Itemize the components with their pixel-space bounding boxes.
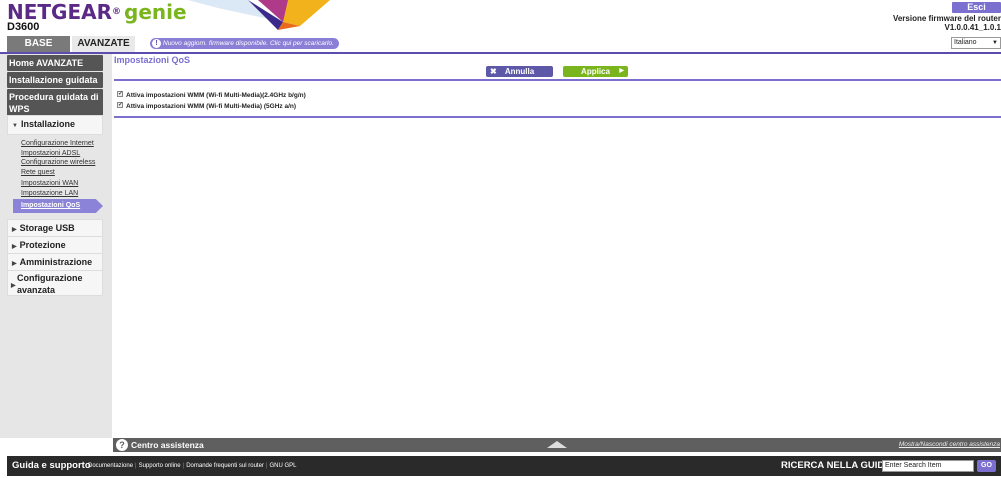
help-search-input[interactable]: Enter Search Item	[882, 460, 974, 472]
footer-link-gnu-gpl[interactable]: GNU GPL	[269, 463, 296, 469]
wmm-5ghz-checkbox[interactable]: ✓	[117, 102, 123, 109]
help-center-title: Centro assistenza	[131, 440, 204, 450]
sidebar-link-wan-settings[interactable]: Impostazioni WAN	[21, 179, 78, 188]
header-decoration-graphic	[188, 0, 330, 30]
footer-link-documentation[interactable]: Documentazione	[88, 463, 133, 469]
section-divider-top	[114, 79, 1001, 81]
sidebar-category-setup[interactable]: ▼ Installazione	[7, 115, 103, 135]
footer-link-online-support[interactable]: Supporto online	[139, 463, 181, 469]
sidebar-category-advanced-setup[interactable]: ▶ Configurazione avanzata	[7, 270, 103, 296]
footer-link-separator: |	[265, 463, 268, 469]
sidebar-link-adsl-settings[interactable]: Impostazioni ADSL	[21, 149, 80, 158]
tab-advanced[interactable]: AVANZATE	[72, 36, 135, 52]
page-title: Impostazioni QoS	[114, 55, 191, 65]
footer-link-router-faq[interactable]: Domande frequenti sul router	[186, 463, 264, 469]
netgear-genie-logo: NETGEAR® genie	[7, 2, 187, 22]
close-icon: ✖	[490, 67, 497, 76]
help-icon: ?	[116, 439, 128, 451]
sidebar-category-label: Amministrazione	[19, 257, 93, 267]
wmm-24ghz-label: Attiva impostazioni WMM (Wi-fi Multi-Med…	[126, 92, 306, 99]
sidebar-link-lan-setup[interactable]: Impostazione LAN	[21, 189, 78, 198]
help-center-toggle-link[interactable]: Mostra/Nascondi centro assistenza	[899, 438, 1000, 452]
wmm-24ghz-row: ✓ Attiva impostazioni WMM (Wi-fi Multi-Me…	[117, 91, 306, 100]
cancel-button[interactable]: ✖ Annulla	[486, 66, 553, 77]
chevron-right-icon: ▶	[12, 244, 17, 250]
firmware-update-notice[interactable]: ! Nuovo aggiorn. firmware disponibile. C…	[150, 38, 339, 49]
sidebar-link-qos-settings-active[interactable]: Impostazioni QoS	[13, 199, 103, 213]
chevron-down-icon: ▼	[992, 40, 998, 46]
firmware-version-label: Versione firmware del router	[892, 14, 1001, 23]
footer-link-separator: |	[182, 463, 185, 469]
sidebar-item-home[interactable]: Home AVANZATE	[7, 55, 103, 71]
help-search-label: RICERCA NELLA GUIDA	[781, 460, 892, 471]
logout-button[interactable]: Esci	[952, 2, 1001, 13]
chevron-right-icon: ▶	[11, 283, 16, 289]
wmm-24ghz-checkbox[interactable]: ✓	[117, 91, 123, 98]
sidebar-link-internet-setup[interactable]: Configurazione Internet	[21, 139, 94, 148]
play-arrow-icon: ▶	[619, 68, 624, 74]
language-select[interactable]: Italiano ▼	[951, 37, 1001, 49]
chevron-right-icon: ▶	[12, 227, 17, 233]
info-icon: !	[152, 39, 161, 48]
brand-reg-mark: ®	[112, 7, 121, 17]
chevron-right-icon: ▶	[12, 261, 17, 267]
expand-up-arrow-icon[interactable]	[547, 441, 567, 448]
footer-links: Documentazione | Supporto online | Domande f…	[88, 456, 297, 476]
section-divider-bottom	[114, 116, 1001, 118]
help-search-go-button[interactable]: GO	[977, 460, 996, 472]
footer-title: Guida e supporto	[12, 460, 91, 471]
language-select-value: Italiano	[954, 39, 977, 46]
sidebar-item-setup-wizard[interactable]: Installazione guidata	[7, 72, 103, 88]
tab-basic[interactable]: BASE	[7, 36, 70, 52]
footer-link-separator: |	[135, 463, 137, 469]
sidebar-item-wps-wizard[interactable]: Procedura guidata di WPS	[7, 89, 103, 117]
chevron-down-icon: ▼	[12, 123, 18, 129]
sidebar-link-wireless-setup[interactable]: Configurazione wireless	[21, 158, 95, 167]
brand-genie-text: genie	[124, 0, 187, 24]
firmware-version-value: V1.0.0.41_1.0.1	[944, 23, 1001, 32]
apply-button-label: Applica	[581, 67, 610, 76]
sidebar-category-label: Installazione	[20, 119, 75, 129]
help-center-bar: ? Centro assistenza Mostra/Nascondi cent…	[113, 438, 1001, 452]
router-model: D3600	[7, 21, 40, 33]
sidebar-category-label: Configurazione avanzata	[17, 273, 83, 295]
footer: Guida e supporto Documentazione | Supporto…	[7, 456, 1001, 476]
wmm-5ghz-label: Attiva impostazioni WMM (Wi-fi Multi-Med…	[126, 103, 297, 110]
header-divider	[0, 52, 1001, 54]
wmm-5ghz-row: ✓ Attiva impostazioni WMM (Wi-fi Multi-Me…	[117, 102, 296, 111]
firmware-update-notice-text: Nuovo aggiorn. firmware disponibile. Cli…	[163, 40, 334, 47]
router-admin-page: NETGEAR® genie D3600 Esci Versione firmwa…	[0, 0, 1001, 478]
apply-button[interactable]: Applica ▶	[563, 66, 628, 77]
cancel-button-label: Annulla	[504, 67, 535, 76]
sidebar-category-label: Protezione	[19, 240, 66, 250]
sidebar-link-guest-network[interactable]: Rete guest	[21, 168, 55, 177]
sidebar-category-label: Storage USB	[19, 223, 75, 233]
